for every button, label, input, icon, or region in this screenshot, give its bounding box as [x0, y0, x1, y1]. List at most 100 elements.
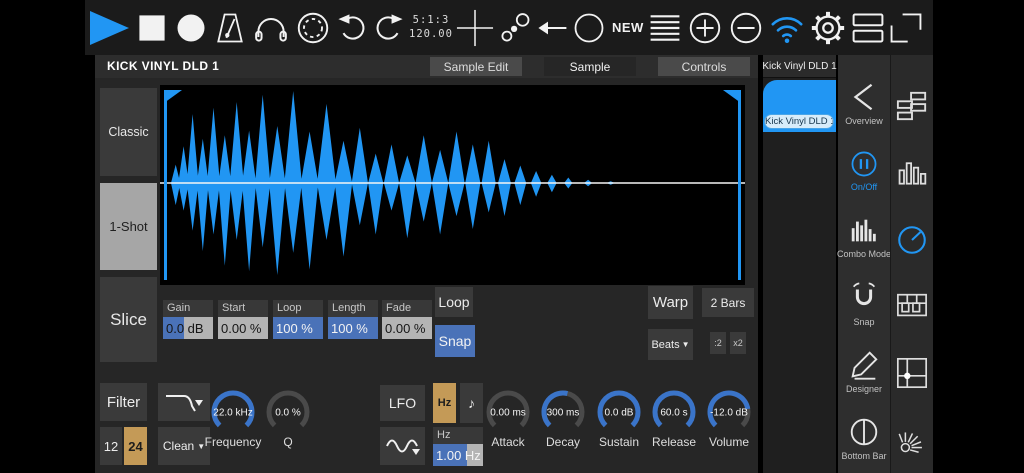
loop-button[interactable]: Loop: [435, 287, 473, 317]
param-fade[interactable]: Fade0.00 %: [382, 300, 432, 339]
knob-label: Frequency: [202, 435, 264, 449]
rail-label: Bottom Bar: [841, 451, 886, 461]
warp-mode-label: Beats: [651, 339, 679, 351]
zoom-out-icon[interactable]: [727, 6, 765, 50]
transport-position-tempo[interactable]: 5:1:3 120.00: [409, 6, 453, 50]
wifi-icon[interactable]: [768, 6, 806, 50]
mode-button-classic[interactable]: Classic: [100, 88, 157, 176]
track-tab[interactable]: Kick Vinyl DLD 1: [763, 80, 836, 132]
warp-mode-dropdown[interactable]: Beats▼: [648, 329, 693, 360]
knob-label: Release: [643, 435, 705, 449]
rail-item-overview[interactable]: Overview: [838, 69, 890, 136]
knob-release[interactable]: 60.0 s Release: [643, 385, 705, 449]
control-rail: Overview On/Off Combo Mode Snap Designer…: [838, 55, 890, 473]
lfo-rate-value: 1.00 Hz: [433, 444, 483, 466]
clips-stack-icon[interactable]: [850, 6, 886, 50]
warp-half-button[interactable]: :2: [710, 332, 726, 354]
knob-label: Sustain: [588, 435, 650, 449]
rail-item-designer[interactable]: Designer: [838, 337, 890, 404]
rail-label: Snap: [853, 317, 874, 327]
lfo-title-button[interactable]: LFO: [380, 385, 425, 421]
view-arrange[interactable]: [891, 73, 933, 140]
sunburst-icon: [895, 423, 929, 457]
knob-attack[interactable]: 0.00 msAttack: [477, 385, 539, 449]
svg-text:60.0 s: 60.0 s: [660, 408, 687, 419]
loop-end-marker[interactable]: [723, 90, 741, 280]
headphones-icon[interactable]: [251, 6, 291, 50]
svg-text:22.0 kHz: 22.0 kHz: [213, 408, 252, 419]
rail-item-on-off[interactable]: On/Off: [838, 136, 890, 203]
redo-icon[interactable]: [372, 6, 406, 50]
keyboard-icon: [895, 290, 929, 322]
rail-item-snap[interactable]: Snap: [838, 270, 890, 337]
param-length[interactable]: Length100 %: [328, 300, 378, 339]
rail-item-combo-mode[interactable]: Combo Mode: [838, 203, 890, 270]
track-panel-header: Kick Vinyl DLD 1: [763, 55, 836, 78]
screen: 5:1:3 120.00 NEW KICK VINYL DLD 1 Sample…: [0, 0, 1024, 473]
new-scene-icon[interactable]: [571, 6, 607, 50]
param-value: 0.0 dB: [163, 317, 213, 339]
song-list-icon[interactable]: [647, 6, 683, 50]
tab-sample[interactable]: Sample: [544, 57, 636, 76]
add-cross-icon[interactable]: [456, 6, 494, 50]
view-keyboard[interactable]: [891, 273, 933, 340]
new-label: NEW: [612, 6, 644, 50]
param-label: Loop: [273, 300, 323, 317]
filter-slope-24-button[interactable]: 24: [124, 427, 147, 465]
param-gain[interactable]: Gain0.0 dB: [163, 300, 213, 339]
stop-icon[interactable]: [134, 6, 170, 50]
knob-label: Volume: [698, 435, 760, 449]
zoom-in-icon[interactable]: [686, 6, 724, 50]
sample-dots-icon[interactable]: [497, 6, 533, 50]
rail-item-bottom-bar[interactable]: Bottom Bar: [838, 404, 890, 471]
view-fx[interactable]: [891, 406, 933, 473]
view-clock[interactable]: [891, 206, 933, 273]
waveform-display[interactable]: [160, 85, 745, 285]
back-arrow-icon[interactable]: [536, 6, 568, 50]
mode-button-slice[interactable]: Slice: [100, 277, 157, 362]
lfo-rate-hz-button[interactable]: Hz: [433, 383, 456, 423]
param-value: 0.00 %: [218, 317, 268, 339]
svg-text:0.0 %: 0.0 %: [275, 408, 301, 419]
param-loop[interactable]: Loop100 %: [273, 300, 323, 339]
param-start[interactable]: Start0.00 %: [218, 300, 268, 339]
param-label: Start: [218, 300, 268, 317]
pause-circle-icon: [848, 148, 880, 180]
filter-slope-12-button[interactable]: 12: [100, 427, 122, 465]
knob-q[interactable]: 0.0 %Q: [257, 385, 319, 449]
lfo-rate-param[interactable]: Hz 1.00 Hz: [433, 427, 483, 466]
view-xy-pad[interactable]: [891, 340, 933, 407]
undo-icon[interactable]: [335, 6, 369, 50]
settings-gear-icon[interactable]: [809, 6, 847, 50]
warp-length-button[interactable]: 2 Bars: [702, 288, 754, 317]
knob-sustain[interactable]: 0.0 dBSustain: [588, 385, 650, 449]
xy-pad-icon: [895, 356, 929, 390]
tempo-value: 120.00: [409, 28, 453, 40]
tab-sample-edit[interactable]: Sample Edit: [430, 57, 522, 76]
transport-toolbar: 5:1:3 120.00 NEW: [85, 0, 933, 55]
warp-double-button[interactable]: x2: [730, 332, 746, 354]
record-icon[interactable]: [173, 6, 209, 50]
knob-frequency[interactable]: 22.0 kHz Frequency: [202, 385, 264, 449]
param-label: Fade: [382, 300, 432, 317]
knob-volume[interactable]: -12.0 dBVolume: [698, 385, 760, 449]
svg-text:0.00 ms: 0.00 ms: [490, 408, 526, 419]
metronome-icon[interactable]: [212, 6, 248, 50]
page-tabs: Sample Edit Sample Controls: [430, 57, 750, 76]
fullscreen-corner-icon[interactable]: [889, 6, 923, 50]
knob-decay[interactable]: 300 msDecay: [532, 385, 594, 449]
song-position: 5:1:3: [413, 14, 450, 26]
mode-button-one-shot[interactable]: 1-Shot: [100, 183, 157, 270]
lowpass-curve-icon: [162, 389, 206, 415]
warp-button[interactable]: Warp: [648, 286, 693, 319]
knob-label: Decay: [532, 435, 594, 449]
filter-title-button[interactable]: Filter: [100, 383, 147, 421]
combo-bars-icon: [847, 215, 881, 247]
play-icon[interactable]: [87, 6, 131, 50]
tab-controls[interactable]: Controls: [658, 57, 750, 76]
view-levels[interactable]: [891, 140, 933, 207]
sine-wave-icon: [384, 434, 422, 458]
snap-button[interactable]: Snap: [435, 325, 475, 357]
loop-circle-icon[interactable]: [294, 6, 332, 50]
lfo-wave-dropdown[interactable]: [380, 427, 425, 465]
